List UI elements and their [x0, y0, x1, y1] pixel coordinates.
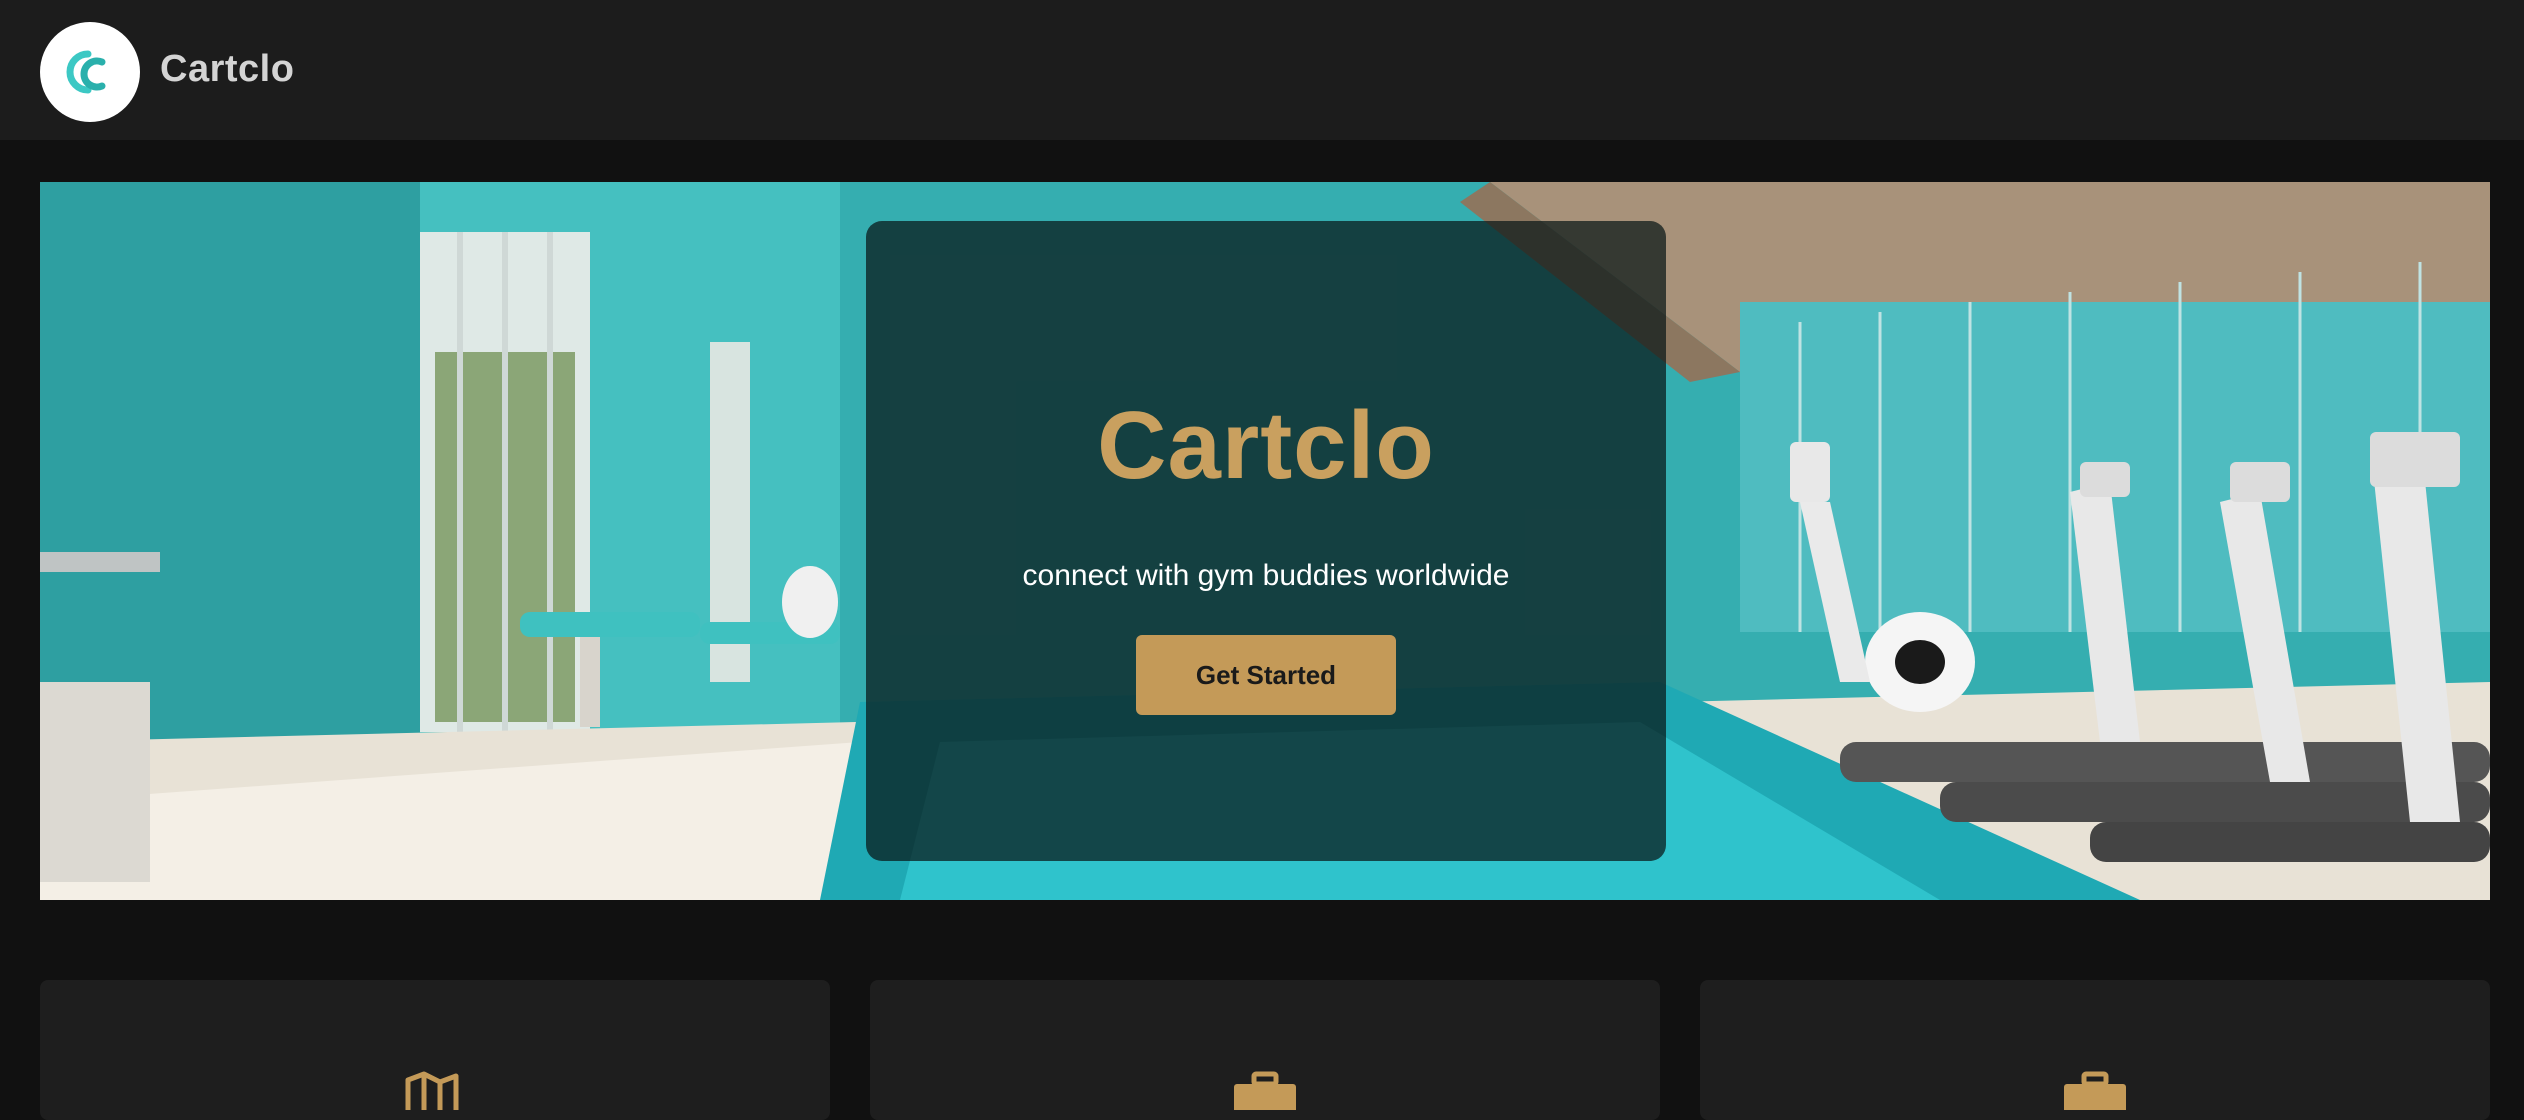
feature-card-2[interactable]: [870, 980, 1660, 1120]
hero-banner: Cartclo connect with gym buddies worldwi…: [40, 182, 2490, 900]
feature-card-3[interactable]: [1700, 980, 2490, 1120]
hero-subtitle: connect with gym buddies worldwide: [1022, 559, 1510, 592]
get-started-button[interactable]: Get Started: [1136, 635, 1396, 715]
briefcase-icon: [1234, 1071, 1296, 1110]
hero-title: Cartclo: [1097, 392, 1435, 499]
brand-logo[interactable]: [40, 22, 140, 122]
feature-card-1[interactable]: [40, 980, 830, 1120]
map-icon: [405, 1071, 459, 1110]
brand-name[interactable]: Cartclo: [160, 48, 294, 91]
cc-logo-icon: [66, 50, 106, 94]
briefcase-icon: [2064, 1071, 2126, 1110]
hero-overlay-panel: Cartclo connect with gym buddies worldwi…: [866, 221, 1666, 861]
top-navbar: Cartclo: [0, 0, 2524, 140]
feature-cards: [40, 980, 2490, 1120]
